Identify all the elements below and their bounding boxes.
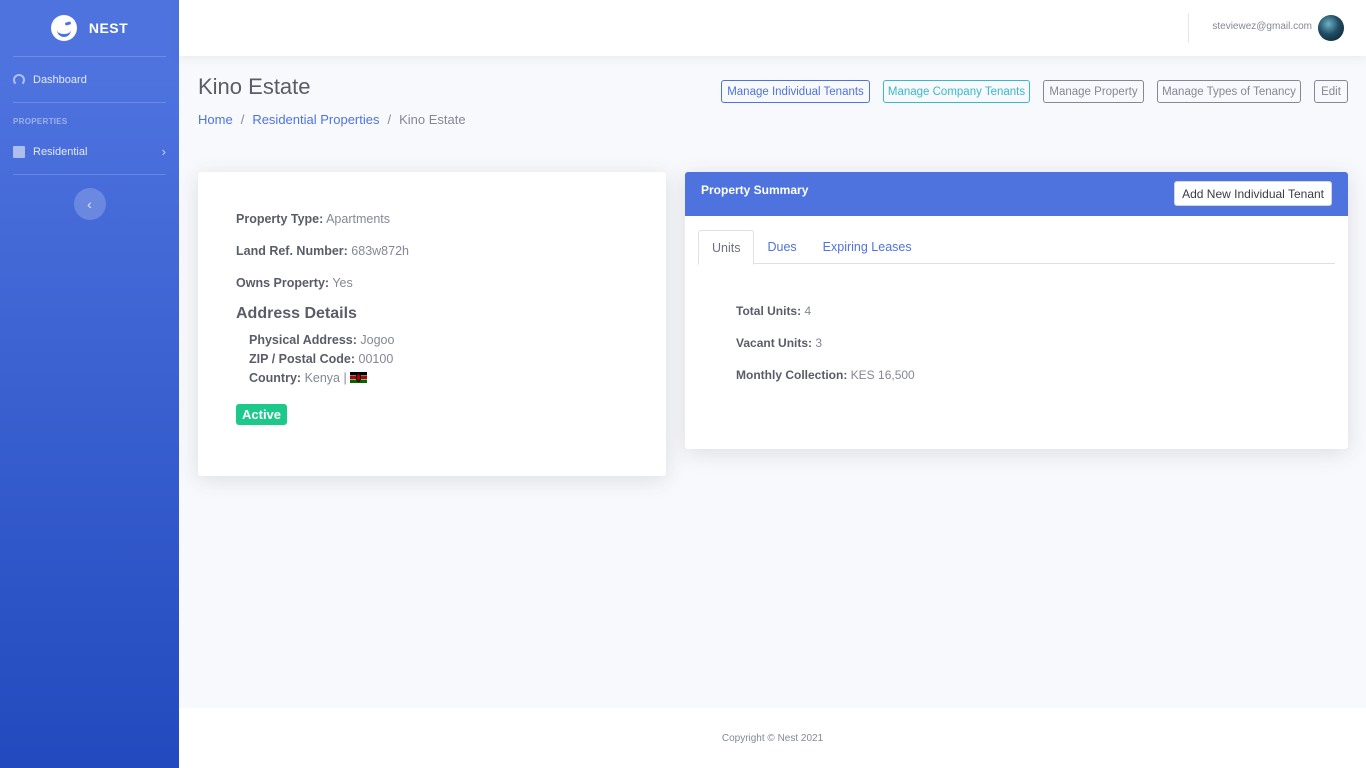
total-units-value: 4 xyxy=(804,304,812,318)
breadcrumb-current: Kino Estate xyxy=(399,112,466,127)
postal-code-value: 00100 xyxy=(358,352,394,366)
breadcrumb-separator: / xyxy=(240,112,245,127)
manage-property-button[interactable]: Manage Property xyxy=(1043,80,1144,103)
owns-property: Owns Property: Yes xyxy=(236,276,353,290)
postal-code: ZIP / Postal Code: 00100 xyxy=(249,352,393,366)
sidebar-item-label: Residential xyxy=(33,145,88,158)
edit-button[interactable]: Edit xyxy=(1314,80,1348,103)
property-type: Property Type: Apartments xyxy=(236,212,390,226)
owns-property-value: Yes xyxy=(332,276,353,290)
physical-address: Physical Address: Jogoo xyxy=(249,333,394,347)
chevron-right-icon: › xyxy=(161,144,166,159)
monthly-collection-label: Monthly Collection: xyxy=(736,368,848,382)
add-individual-tenant-button[interactable]: Add New Individual Tenant xyxy=(1174,181,1332,206)
tab-units[interactable]: Units xyxy=(698,230,755,265)
sidebar-item-label: Dashboard xyxy=(33,73,87,86)
property-summary-card: Property Summary Add New Individual Tena… xyxy=(685,172,1348,449)
vacant-units: Vacant Units: 3 xyxy=(736,336,822,350)
summary-tabs: Units Dues Expiring Leases xyxy=(698,230,1335,265)
kenya-flag-icon xyxy=(350,372,368,383)
total-units: Total Units: 4 xyxy=(736,304,811,318)
property-summary-title: Property Summary xyxy=(701,183,809,197)
property-summary-header: Property Summary Add New Individual Tena… xyxy=(685,172,1348,216)
topbar: steviewez@gmail.com xyxy=(179,0,1366,56)
breadcrumb-residential[interactable]: Residential Properties xyxy=(252,112,379,127)
total-units-label: Total Units: xyxy=(736,304,802,318)
breadcrumb-separator: / xyxy=(387,112,392,127)
user-email[interactable]: steviewez@gmail.com xyxy=(1212,21,1312,32)
avatar[interactable] xyxy=(1318,15,1344,41)
tab-expiring-leases[interactable]: Expiring Leases xyxy=(810,230,925,264)
address-details-heading: Address Details xyxy=(236,305,357,322)
vacant-units-value: 3 xyxy=(815,336,823,350)
page-title: Kino Estate xyxy=(198,74,311,99)
country: Country: Kenya | xyxy=(249,371,368,385)
sidebar-heading: PROPERTIES xyxy=(13,117,68,126)
sidebar-item-residential[interactable]: Residential › xyxy=(0,129,179,174)
property-type-value: Apartments xyxy=(326,212,391,226)
vacant-units-label: Vacant Units: xyxy=(736,336,813,350)
owns-property-label: Owns Property: xyxy=(236,276,330,290)
land-ref-value: 683w872h xyxy=(351,244,409,258)
tachometer-icon xyxy=(13,73,25,86)
status-badge: Active xyxy=(236,404,288,425)
property-details-card: Property Type: Apartments Land Ref. Numb… xyxy=(198,172,666,476)
country-label: Country: xyxy=(249,371,302,385)
land-ref-label: Land Ref. Number: xyxy=(236,244,348,258)
manage-company-tenants-button[interactable]: Manage Company Tenants xyxy=(883,80,1030,103)
sidebar-toggle-button[interactable]: ‹ xyxy=(73,188,106,220)
footer: Copyright © Nest 2021 xyxy=(179,708,1366,768)
physical-address-value: Jogoo xyxy=(360,333,395,347)
country-value: Kenya | xyxy=(304,371,347,385)
breadcrumb-home[interactable]: Home xyxy=(198,112,233,127)
breadcrumb: Home / Residential Properties / Kino Est… xyxy=(198,112,466,127)
sidebar-divider xyxy=(13,174,166,175)
brand-name: NEST xyxy=(88,20,129,36)
sidebar: NEST Dashboard PROPERTIES Residential › … xyxy=(0,0,179,768)
chevron-left-icon: ‹ xyxy=(87,196,92,212)
brand[interactable]: NEST xyxy=(0,0,179,56)
manage-tenancy-types-button[interactable]: Manage Types of Tenancy xyxy=(1157,80,1301,103)
nest-logo-icon xyxy=(50,15,77,41)
postal-code-label: ZIP / Postal Code: xyxy=(249,352,356,366)
topbar-divider xyxy=(1188,13,1189,43)
physical-address-label: Physical Address: xyxy=(249,333,357,347)
tab-dues[interactable]: Dues xyxy=(754,230,809,264)
copyright-text: Copyright © Nest 2021 xyxy=(721,732,824,744)
monthly-collection: Monthly Collection: KES 16,500 xyxy=(736,368,915,382)
manage-individual-tenants-button[interactable]: Manage Individual Tenants xyxy=(721,80,870,103)
building-icon xyxy=(13,145,25,158)
monthly-collection-value: KES 16,500 xyxy=(850,368,915,382)
property-type-label: Property Type: xyxy=(236,212,324,226)
sidebar-item-dashboard[interactable]: Dashboard xyxy=(0,57,179,102)
land-ref-number: Land Ref. Number: 683w872h xyxy=(236,244,409,258)
